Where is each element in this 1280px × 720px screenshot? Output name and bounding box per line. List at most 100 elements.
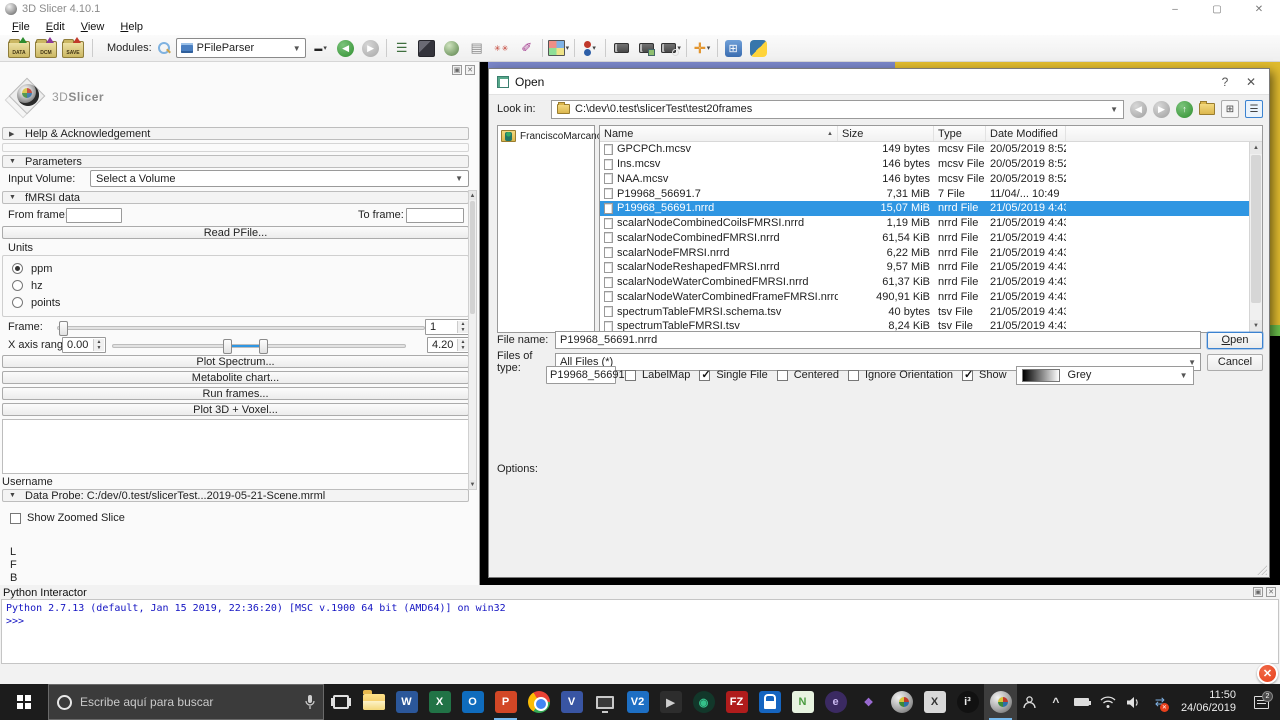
forward-button[interactable]: ▶ xyxy=(1153,101,1170,118)
module-selector[interactable]: PFileParser ▼ xyxy=(176,38,306,58)
wifi-icon[interactable] xyxy=(1097,684,1119,720)
file-row-P19968_56691.nrrd[interactable]: P19968_56691.nrrd 15,07 MiB nrrd File 21… xyxy=(600,201,1262,216)
microphone-icon[interactable] xyxy=(305,695,315,710)
file-list-scrollbar[interactable]: ▲ ▼ xyxy=(1249,142,1262,332)
toolbar-button-markups[interactable]: ▾ xyxy=(492,38,512,58)
taskbar-app-remote-desktop[interactable] xyxy=(588,684,621,720)
taskbar-app-slicer[interactable] xyxy=(885,684,918,720)
dialog-close-button[interactable]: ✕ xyxy=(1241,75,1261,89)
battery-icon[interactable] xyxy=(1071,684,1093,720)
toolbar-button-scene-view-restore[interactable]: ▾ xyxy=(661,38,681,58)
unit-radio[interactable]: hz xyxy=(12,279,43,292)
range-handle-min[interactable] xyxy=(223,339,232,354)
toolbar-button-layout-selector[interactable]: ▾ xyxy=(548,38,570,58)
taskbar-app-chrome[interactable] xyxy=(522,684,555,720)
column-header-date[interactable]: Date Modified xyxy=(986,126,1066,141)
taskbar-clock[interactable]: 11:50 24/06/2019 xyxy=(1175,689,1242,715)
toolbar-button-extensions-manager[interactable]: ▾ xyxy=(723,38,743,58)
close-button[interactable]: ✕ xyxy=(1238,0,1280,18)
taskbar-app-task-view[interactable] xyxy=(324,684,357,720)
spin-arrows[interactable]: ▲▼ xyxy=(93,339,104,351)
menu-item[interactable]: Help xyxy=(112,20,151,34)
option-checkbox[interactable]: Show xyxy=(962,369,1007,381)
file-row-scalarNodeWaterCombinedFMRSI.nrrd[interactable]: scalarNodeWaterCombinedFMRSI.nrrd 61,37 … xyxy=(600,275,1262,290)
dialog-help-button[interactable]: ? xyxy=(1215,75,1235,89)
scroll-thumb[interactable] xyxy=(1251,155,1261,303)
frame-spinbox[interactable]: 1 ▲▼ xyxy=(425,319,470,335)
option-checkbox[interactable]: Single File xyxy=(699,369,767,381)
undock-panel-icon[interactable]: ▣ xyxy=(452,65,462,75)
dialog-resize-grip[interactable] xyxy=(1257,565,1267,575)
to-frame-input[interactable] xyxy=(406,208,464,223)
taskbar-app-media-player-classic[interactable]: ▶ xyxy=(654,684,687,720)
taskbar-app-notepad-plus-plus[interactable]: N xyxy=(786,684,819,720)
back-button[interactable]: ◀ xyxy=(1130,101,1147,118)
taskbar-app-vnc-viewer[interactable]: V2 xyxy=(621,684,654,720)
spin-arrows[interactable]: ▲▼ xyxy=(457,339,468,351)
file-row-scalarNodeWaterCombinedFrameFMRSI.nrrd[interactable]: scalarNodeWaterCombinedFrameFMRSI.nrrd 4… xyxy=(600,290,1262,305)
file-row-GPCPCh.mcsv[interactable]: GPCPCh.mcsv 149 bytes mcsv File 20/05/20… xyxy=(600,142,1262,157)
look-in-combo[interactable]: C:\dev\0.test\slicerTest\test20frames ▼ xyxy=(551,100,1124,119)
file-row-scalarNodeFMRSI.nrrd[interactable]: scalarNodeFMRSI.nrrd 6,22 MiB nrrd File … xyxy=(600,245,1262,260)
toolbar-button-forward[interactable]: ▾ xyxy=(361,38,381,58)
taskbar-app-filezilla[interactable]: FZ xyxy=(720,684,753,720)
taskbar-app-keepass[interactable] xyxy=(753,684,786,720)
toolbar-button-volume-rendering[interactable]: ▾ xyxy=(442,38,462,58)
error-log-button[interactable]: ✕ xyxy=(1257,663,1278,684)
volume-icon[interactable] xyxy=(1123,684,1145,720)
undock-panel-icon[interactable]: ▣ xyxy=(1253,587,1263,597)
toolbar-button-sep2[interactable]: ▾ xyxy=(542,39,543,57)
taskbar-app-slicer-front[interactable] xyxy=(984,684,1017,720)
frame-slider[interactable] xyxy=(57,326,425,330)
action-button[interactable]: Metabolite chart... xyxy=(2,371,469,384)
hidden-icons-chevron[interactable]: ^ xyxy=(1045,684,1067,720)
up-directory-button[interactable]: ↑ xyxy=(1176,101,1193,118)
taskbar-app-powerpoint[interactable]: P xyxy=(489,684,522,720)
people-icon[interactable] xyxy=(1019,684,1041,720)
menu-item[interactable]: Edit xyxy=(38,20,73,34)
colormap-combo[interactable]: Grey ▼ xyxy=(1016,366,1194,385)
from-frame-input[interactable] xyxy=(66,208,122,223)
scroll-up-icon[interactable]: ▲ xyxy=(469,191,476,200)
frame-slider-handle[interactable] xyxy=(59,321,68,336)
xaxis-min-spinbox[interactable]: 0.00 ▲▼ xyxy=(62,337,106,353)
file-row-spectrumTableFMRSI.schema.tsv[interactable]: spectrumTableFMRSI.schema.tsv 40 bytes t… xyxy=(600,304,1262,319)
toolbar-button-crosshair[interactable]: ▾ xyxy=(692,38,712,58)
toolbar-button-sep6[interactable]: ▾ xyxy=(717,39,718,57)
option-checkbox[interactable]: Centered xyxy=(777,369,839,381)
sync-error-icon[interactable]: ⇄ ✕ xyxy=(1149,684,1171,720)
taskbar-app-eclipse[interactable]: e xyxy=(819,684,852,720)
file-name-input[interactable]: P19968_56691.nrrd xyxy=(555,331,1201,349)
toolbar-button-sep4[interactable]: ▾ xyxy=(605,39,606,57)
action-center-button[interactable]: 2 xyxy=(1246,696,1276,709)
toolbar-button-slice-views[interactable]: ▾ xyxy=(467,38,487,58)
section-fmrsi-data[interactable]: ▼ fMRSI data xyxy=(2,191,469,204)
column-header-size[interactable]: Size xyxy=(838,126,934,141)
unit-radio[interactable]: points xyxy=(12,296,60,309)
toolbar-button-back[interactable]: ▾ xyxy=(336,38,356,58)
show-zoomed-slice-checkbox[interactable]: Show Zoomed Slice xyxy=(10,512,125,524)
taskbar-app-visual-studio[interactable]: ❖ xyxy=(852,684,885,720)
toolbar-button-annotations[interactable]: ▾ xyxy=(517,38,537,58)
toolbar-button-sep5[interactable]: ▾ xyxy=(686,39,687,57)
toolbar-button-mouse-mode[interactable]: ▾ xyxy=(580,38,600,58)
dicom-icon[interactable]: DCM xyxy=(35,41,57,58)
xaxis-max-spinbox[interactable]: 4.20 ▲▼ xyxy=(427,337,470,353)
taskbar-search[interactable]: Escribe aquí para buscar xyxy=(48,684,324,720)
section-help-acknowledgement[interactable]: ▶ Help & Acknowledgement xyxy=(2,127,469,140)
input-volume-combo[interactable]: Select a Volume ▼ xyxy=(90,170,469,187)
file-row-scalarNodeCombinedFMRSI.nrrd[interactable]: scalarNodeCombinedFMRSI.nrrd 61,54 KiB n… xyxy=(600,231,1262,246)
read-pfile-button[interactable]: Read PFile... xyxy=(2,226,469,239)
file-row-scalarNodeCombinedCoilsFMRSI.nrrd[interactable]: scalarNodeCombinedCoilsFMRSI.nrrd 1,19 M… xyxy=(600,216,1262,231)
save-icon[interactable]: SAVE xyxy=(62,41,84,58)
python-console[interactable]: Python 2.7.13 (default, Jan 15 2019, 22:… xyxy=(1,599,1279,664)
toolbar-button-scene-view-capture[interactable]: ▾ xyxy=(636,38,656,58)
file-row-Ins.mcsv[interactable]: Ins.mcsv 146 bytes mcsv File 20/05/2019 … xyxy=(600,157,1262,172)
menu-item[interactable]: File xyxy=(4,20,38,34)
column-header-type[interactable]: Type xyxy=(934,126,986,141)
panel-scrollbar[interactable]: ▲ ▼ xyxy=(468,190,477,490)
taskbar-app-outlook[interactable]: O xyxy=(456,684,489,720)
taskbar-app-visio[interactable]: V xyxy=(555,684,588,720)
detail-view-button[interactable]: ☰ xyxy=(1245,100,1263,118)
taskbar-app-green-app[interactable]: ◉ xyxy=(687,684,720,720)
